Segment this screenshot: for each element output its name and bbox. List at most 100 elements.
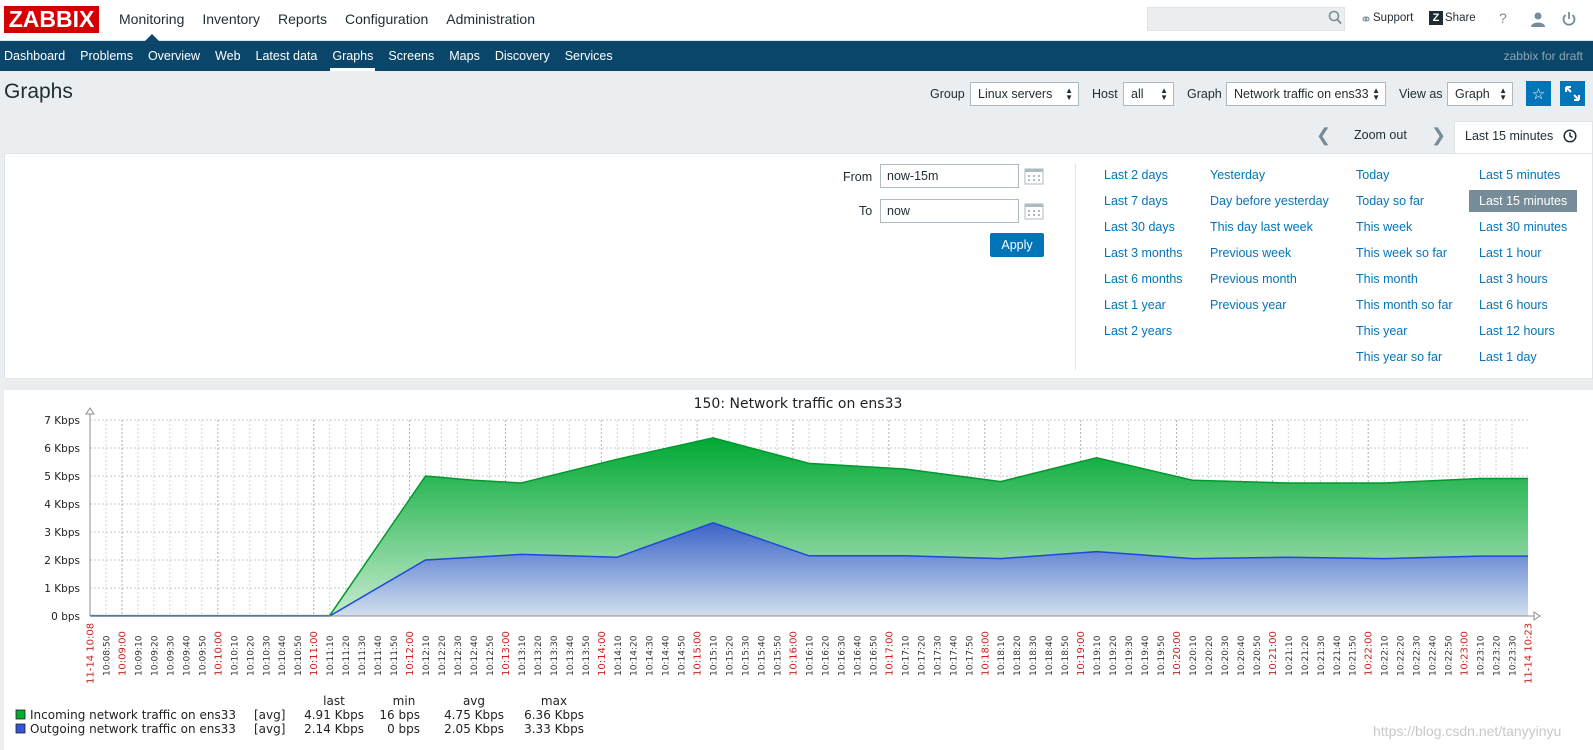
- legend-avg-value: 2.05 Kbps: [444, 722, 504, 736]
- subnav-dashboard[interactable]: Dashboard: [0, 41, 75, 71]
- subnav-problems[interactable]: Problems: [75, 41, 143, 71]
- search-icon[interactable]: [1328, 10, 1342, 26]
- quick-link-last-12-hours[interactable]: Last 12 hours: [1479, 324, 1555, 338]
- x-tick-label: 10:16:20: [821, 635, 831, 676]
- x-tick-label: 10:21:50: [1349, 635, 1359, 676]
- subnav-overview[interactable]: Overview: [143, 41, 210, 71]
- x-tick-label: 10:11:40: [374, 635, 384, 676]
- view-as-select[interactable]: Graph ▲ ▼: [1447, 82, 1513, 106]
- quick-link-last-1-year[interactable]: Last 1 year: [1104, 298, 1166, 312]
- server-name: zabbix for draft: [1503, 49, 1583, 63]
- quick-link-last-1-hour[interactable]: Last 1 hour: [1479, 246, 1542, 260]
- legend-min-value: 0 bps: [387, 722, 420, 736]
- subnav-services[interactable]: Services: [560, 41, 623, 71]
- calendar-icon[interactable]: [1024, 167, 1044, 185]
- subnav-maps[interactable]: Maps: [444, 41, 490, 71]
- nav-administration[interactable]: Administration: [437, 0, 544, 41]
- legend-series-name[interactable]: Incoming network traffic on ens33: [30, 708, 236, 722]
- legend-series-name[interactable]: Outgoing network traffic on ens33: [30, 722, 236, 736]
- user-profile-icon[interactable]: [1529, 10, 1547, 28]
- legend-max-value: 6.36 Kbps: [524, 708, 584, 722]
- quick-link-last-30-days[interactable]: Last 30 days: [1104, 220, 1175, 234]
- fullscreen-button[interactable]: [1560, 81, 1585, 106]
- quick-link-previous-month[interactable]: Previous month: [1210, 272, 1297, 286]
- x-tick-label: 10:18:20: [1013, 635, 1023, 676]
- quick-link-yesterday[interactable]: Yesterday: [1210, 168, 1265, 182]
- subnav-latest-data[interactable]: Latest data: [251, 41, 328, 71]
- quick-link-this-day-last-week[interactable]: This day last week: [1210, 220, 1313, 234]
- quick-link-this-month[interactable]: This month: [1356, 272, 1418, 286]
- nav-reports[interactable]: Reports: [269, 0, 336, 41]
- quick-link-day-before-yesterday[interactable]: Day before yesterday: [1210, 194, 1329, 208]
- quick-link-last-6-months[interactable]: Last 6 months: [1104, 272, 1183, 286]
- x-tick-label: 10:20:50: [1253, 635, 1263, 676]
- quick-link-last-3-hours[interactable]: Last 3 hours: [1479, 272, 1548, 286]
- sign-out-icon[interactable]: [1560, 10, 1578, 28]
- quick-link-last-2-days[interactable]: Last 2 days: [1104, 168, 1168, 182]
- quick-link-last-6-hours[interactable]: Last 6 hours: [1479, 298, 1548, 312]
- zoom-out-button[interactable]: Zoom out: [1354, 128, 1407, 142]
- x-tick-label: 10:19:00: [1076, 631, 1087, 676]
- quick-link-last-3-months[interactable]: Last 3 months: [1104, 246, 1183, 260]
- share-link[interactable]: Share: [1445, 12, 1476, 24]
- support-link[interactable]: Support: [1373, 12, 1413, 24]
- nav-monitoring[interactable]: Monitoring: [110, 0, 193, 41]
- y-tick-label: 1 Kbps: [44, 583, 80, 595]
- quick-link-last-30-minutes[interactable]: Last 30 minutes: [1479, 220, 1567, 234]
- help-icon[interactable]: ?: [1499, 10, 1507, 26]
- to-input[interactable]: now: [880, 199, 1019, 223]
- nav-configuration[interactable]: Configuration: [336, 0, 437, 41]
- from-input[interactable]: now-15m: [880, 164, 1019, 188]
- x-tick-label: 10:09:40: [182, 635, 192, 676]
- x-tick-label: 10:09:20: [150, 635, 160, 676]
- x-tick-label: 10:17:30: [933, 635, 943, 676]
- quick-link-this-month-so-far[interactable]: This month so far: [1356, 298, 1453, 312]
- quick-link-last-7-days[interactable]: Last 7 days: [1104, 194, 1168, 208]
- quick-link-today[interactable]: Today: [1356, 168, 1389, 182]
- quick-link-previous-year[interactable]: Previous year: [1210, 298, 1286, 312]
- x-tick-label: 10:17:00: [884, 631, 895, 676]
- add-to-favorites-button[interactable]: ☆: [1526, 81, 1551, 106]
- legend-last-value: 4.91 Kbps: [304, 708, 364, 722]
- quick-link-this-week-so-far[interactable]: This week so far: [1356, 246, 1447, 260]
- network-traffic-chart[interactable]: 150: Network traffic on ens33 0 bps 1 Kbps…: [4, 390, 1593, 750]
- quick-link-previous-week[interactable]: Previous week: [1210, 246, 1291, 260]
- legend-min-value: 16 bps: [379, 708, 420, 722]
- x-tick-label: 10:13:30: [550, 635, 560, 676]
- time-period-tab[interactable]: Last 15 minutes: [1454, 121, 1593, 153]
- time-forward-icon[interactable]: ❯: [1431, 125, 1446, 146]
- filter-divider: [1075, 164, 1076, 370]
- subnav-web[interactable]: Web: [210, 41, 250, 71]
- y-tick-label: 3 Kbps: [44, 527, 80, 539]
- subnav-graphs[interactable]: Graphs: [327, 41, 383, 71]
- quick-link-last-2-years[interactable]: Last 2 years: [1104, 324, 1172, 338]
- host-select[interactable]: all ▲ ▼: [1123, 82, 1174, 106]
- group-select[interactable]: Linux servers ▲ ▼: [970, 82, 1079, 106]
- x-tick-label: 10:18:40: [1045, 635, 1055, 676]
- x-tick-label: 10:12:00: [405, 631, 416, 676]
- quick-link-this-year[interactable]: This year: [1356, 324, 1407, 338]
- chart-title: 150: Network traffic on ens33: [694, 396, 903, 412]
- x-tick-label: 10:13:40: [566, 635, 576, 676]
- quick-link-last-15-minutes[interactable]: Last 15 minutes: [1469, 190, 1578, 212]
- time-back-icon[interactable]: ❮: [1316, 125, 1331, 146]
- quick-link-last-1-day[interactable]: Last 1 day: [1479, 350, 1537, 364]
- calendar-icon[interactable]: [1024, 202, 1044, 220]
- host-label: Host: [1092, 87, 1118, 101]
- quick-link-today-so-far[interactable]: Today so far: [1356, 194, 1424, 208]
- share-icon[interactable]: Z: [1429, 11, 1443, 25]
- time-period-label: Last 15 minutes: [1465, 129, 1554, 143]
- graph-select[interactable]: Network traffic on ens33 ▲ ▼: [1226, 82, 1386, 106]
- quick-link-this-year-so-far[interactable]: This year so far: [1356, 350, 1442, 364]
- apply-button[interactable]: Apply: [990, 233, 1044, 257]
- nav-inventory[interactable]: Inventory: [193, 0, 269, 41]
- quick-link-last-5-minutes[interactable]: Last 5 minutes: [1479, 168, 1560, 182]
- subnav-discovery[interactable]: Discovery: [490, 41, 560, 71]
- zabbix-logo[interactable]: ZABBIX: [4, 6, 99, 33]
- subnav-screens[interactable]: Screens: [383, 41, 444, 71]
- quick-link-this-week[interactable]: This week: [1356, 220, 1412, 234]
- x-tick-label: 10:15:50: [774, 635, 784, 676]
- select-arrows-icon: ▲ ▼: [1372, 86, 1380, 102]
- x-tick-label: 10:20:40: [1237, 635, 1247, 676]
- search-input[interactable]: [1147, 7, 1345, 31]
